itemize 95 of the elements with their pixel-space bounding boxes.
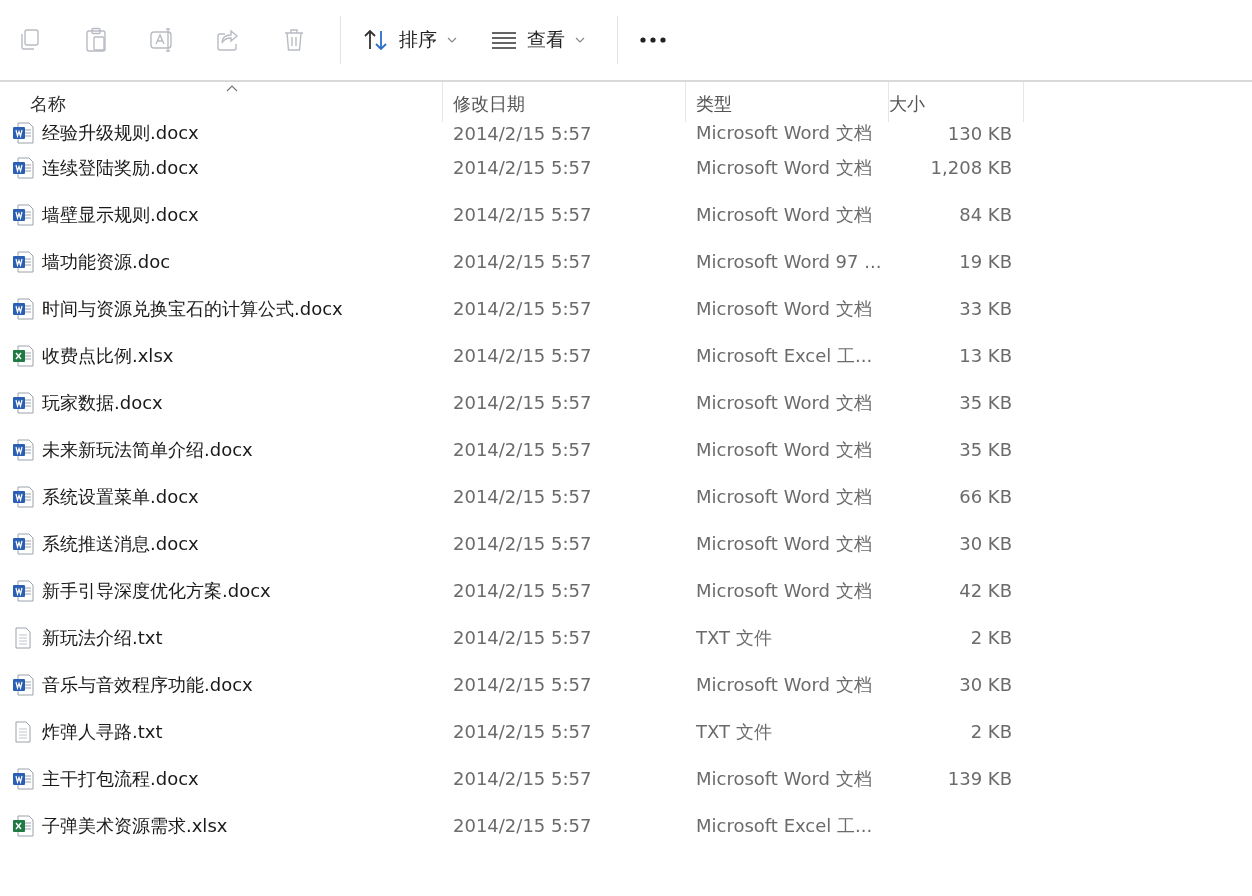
date-modified: 2014/2/15 5:57 <box>452 204 593 225</box>
file-type: Microsoft Excel 工... <box>695 343 874 368</box>
word-document-icon <box>12 122 34 144</box>
word-document-icon <box>12 203 34 226</box>
file-name[interactable]: 系统设置菜单.docx <box>42 484 199 509</box>
caret-icon <box>447 37 457 43</box>
date-modified: 2014/2/15 5:57 <box>452 627 593 648</box>
word-document-icon <box>12 579 34 602</box>
file-size: 66 KB <box>959 486 1012 507</box>
rename-icon <box>149 27 175 53</box>
date-modified: 2014/2/15 5:57 <box>452 392 593 413</box>
date-modified: 2014/2/15 5:57 <box>452 674 593 695</box>
text-file-icon <box>12 720 34 743</box>
file-name[interactable]: 新手引导深度优化方案.docx <box>42 578 271 603</box>
file-size: 33 KB <box>959 298 1012 319</box>
column-header[interactable]: 类型 <box>686 82 889 122</box>
list-view-icon <box>491 31 517 49</box>
file-type: Microsoft Word 97 ... <box>695 251 883 272</box>
file-size: 13 KB <box>959 345 1012 366</box>
date-modified: 2014/2/15 5:57 <box>452 815 593 836</box>
file-name[interactable]: 炸弹人寻路.txt <box>42 719 163 744</box>
word-document-icon <box>12 391 34 414</box>
date-modified: 2014/2/15 5:57 <box>452 157 593 178</box>
file-type: Microsoft Excel 工... <box>695 813 874 838</box>
file-size: 84 KB <box>959 204 1012 225</box>
file-type: Microsoft Word 文档 <box>695 437 873 462</box>
file-size: 30 KB <box>959 533 1012 554</box>
word-document-icon <box>12 297 34 320</box>
file-type: Microsoft Word 文档 <box>695 766 873 791</box>
file-name[interactable]: 子弹美术资源需求.xlsx <box>42 813 228 838</box>
date-modified: 2014/2/15 5:57 <box>452 122 593 144</box>
file-name[interactable]: 玩家数据.docx <box>42 390 163 415</box>
file-size: 130 KB <box>947 122 1012 144</box>
excel-spreadsheet-icon <box>12 814 34 837</box>
file-type: Microsoft Word 文档 <box>695 296 873 321</box>
share-icon <box>216 28 240 52</box>
file-name[interactable]: 新玩法介绍.txt <box>42 625 163 650</box>
file-size: 139 KB <box>947 768 1012 789</box>
date-modified: 2014/2/15 5:57 <box>452 533 593 554</box>
file-type: Microsoft Word 文档 <box>695 390 873 415</box>
file-name[interactable]: 主干打包流程.docx <box>42 766 199 791</box>
file-type: Microsoft Word 文档 <box>695 202 873 227</box>
word-document-icon <box>12 485 34 508</box>
trash-icon <box>283 28 305 52</box>
file-name[interactable]: 墙功能资源.doc <box>42 249 171 274</box>
file-size: 2 KB <box>970 721 1012 742</box>
word-document-icon <box>12 532 34 555</box>
copy-icon <box>19 28 41 52</box>
word-document-icon <box>12 673 34 696</box>
file-size: 42 KB <box>959 580 1012 601</box>
excel-spreadsheet-icon <box>12 344 34 367</box>
date-modified: 2014/2/15 5:57 <box>452 345 593 366</box>
column-header[interactable]: 修改日期 <box>443 82 686 122</box>
file-name[interactable]: 经验升级规则.docx <box>42 122 199 144</box>
file-type: TXT 文件 <box>695 625 773 650</box>
file-size: 19 KB <box>959 251 1012 272</box>
view-button[interactable]: 查看 <box>479 18 597 62</box>
column-header[interactable]: 大小 <box>889 82 1024 122</box>
file-name[interactable]: 连续登陆奖励.docx <box>42 155 199 180</box>
file-type: Microsoft Word 文档 <box>695 531 873 556</box>
date-modified: 2014/2/15 5:57 <box>452 298 593 319</box>
file-name[interactable]: 墙壁显示规则.docx <box>42 202 199 227</box>
file-type: Microsoft Word 文档 <box>695 578 873 603</box>
file-size: 30 KB <box>959 674 1012 695</box>
file-size: 2 KB <box>970 627 1012 648</box>
file-name[interactable]: 未来新玩法简单介绍.docx <box>42 437 253 462</box>
clipboard-icon <box>85 27 107 53</box>
date-modified: 2014/2/15 5:57 <box>452 768 593 789</box>
word-document-icon <box>12 250 34 273</box>
date-modified: 2014/2/15 5:57 <box>452 251 593 272</box>
sort-button[interactable]: 排序 <box>351 18 469 62</box>
sort-arrows-icon <box>363 28 389 52</box>
date-modified: 2014/2/15 5:57 <box>452 439 593 460</box>
file-type: Microsoft Word 文档 <box>695 484 873 509</box>
file-size: 35 KB <box>959 439 1012 460</box>
file-name[interactable]: 音乐与音效程序功能.docx <box>42 672 253 697</box>
file-size: 35 KB <box>959 392 1012 413</box>
file-name[interactable]: 收费点比例.xlsx <box>42 343 174 368</box>
more-icon <box>640 37 666 43</box>
text-file-icon <box>12 626 34 649</box>
sort-ascending-icon <box>226 85 238 92</box>
word-document-icon <box>12 156 34 179</box>
date-modified: 2014/2/15 5:57 <box>452 721 593 742</box>
file-size: 1,208 KB <box>930 157 1012 178</box>
date-modified: 2014/2/15 5:57 <box>452 486 593 507</box>
file-type: Microsoft Word 文档 <box>695 155 873 180</box>
word-document-icon <box>12 767 34 790</box>
file-name[interactable]: 系统推送消息.docx <box>42 531 199 556</box>
date-modified: 2014/2/15 5:57 <box>452 580 593 601</box>
file-name[interactable]: 时间与资源兑换宝石的计算公式.docx <box>42 296 343 321</box>
caret-icon <box>575 37 585 43</box>
file-type: TXT 文件 <box>695 719 773 744</box>
file-type: Microsoft Word 文档 <box>695 122 873 144</box>
word-document-icon <box>12 438 34 461</box>
file-type: Microsoft Word 文档 <box>695 672 873 697</box>
